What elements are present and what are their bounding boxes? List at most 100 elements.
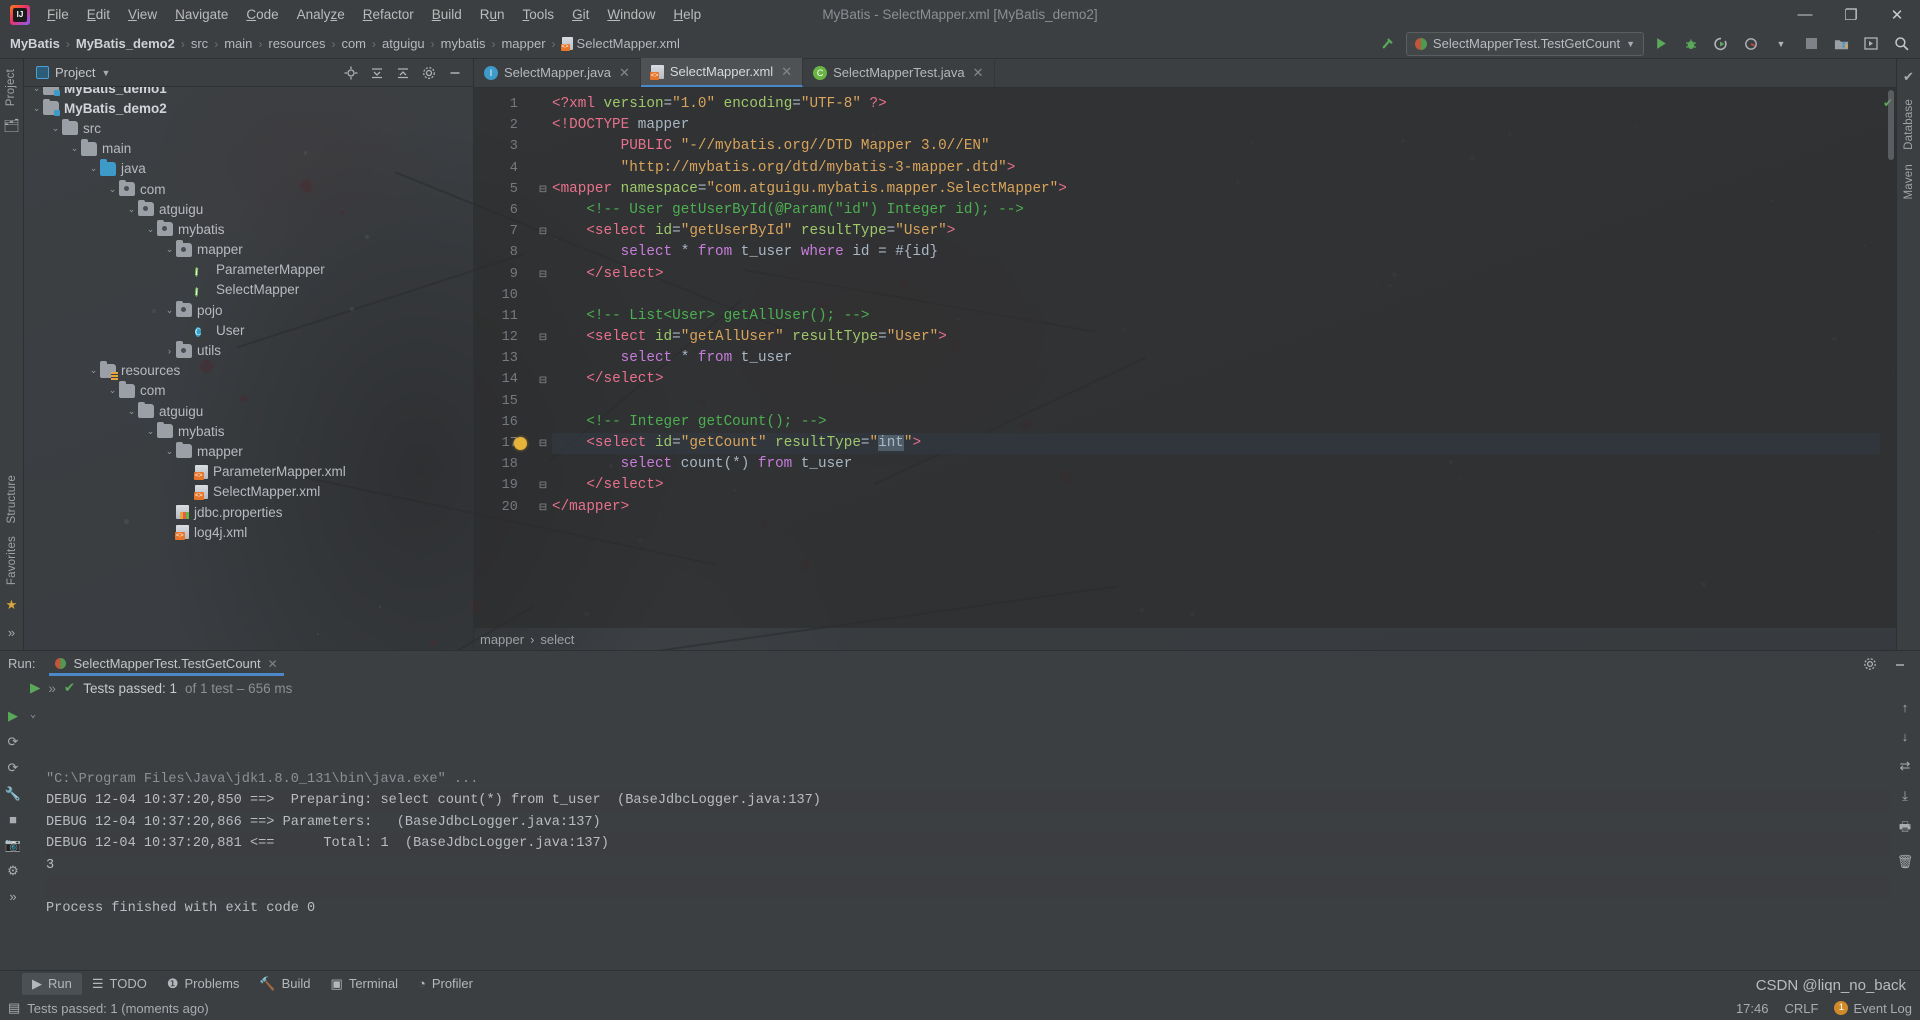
stop-icon[interactable]: ■ <box>9 812 17 827</box>
breadcrumb-resources[interactable]: resources <box>264 34 329 53</box>
tree-item-utils[interactable]: › utils <box>24 340 473 360</box>
hide-icon[interactable] <box>443 62 467 84</box>
breadcrumb-atguigu[interactable]: atguigu <box>378 34 429 53</box>
code-line[interactable]: </select> <box>552 475 1880 496</box>
fold-marker[interactable]: ⊟ <box>534 475 552 496</box>
tree-item-resources[interactable]: ⌄ resources <box>24 361 473 381</box>
code-line[interactable]: </mapper> <box>552 497 1880 518</box>
run-icon[interactable] <box>1648 32 1674 56</box>
chevron-down-icon[interactable]: ⌄ <box>30 87 43 94</box>
print-icon[interactable]: 🖶 <box>1899 818 1911 840</box>
tool-window-button-profiler[interactable]: ◔ Profiler <box>408 973 483 994</box>
tool-window-button-build[interactable]: 🔨 Build <box>249 973 320 995</box>
close-icon[interactable]: ✕ <box>268 657 278 671</box>
editor-tab-selectmappertest-java[interactable]: C SelectMapperTest.java ✕ <box>803 58 994 87</box>
code-line[interactable]: <!-- User getUserById(@Param("id") Integ… <box>552 200 1880 221</box>
tree-item-atguigu[interactable]: ⌄ atguigu <box>24 199 473 219</box>
fold-marker[interactable]: ⊟ <box>534 433 552 454</box>
breadcrumb-com[interactable]: com <box>337 34 370 53</box>
tree-item-src[interactable]: ⌄ src <box>24 118 473 138</box>
chevron-down-icon[interactable]: ⌄ <box>144 426 157 437</box>
breadcrumb-main[interactable]: main <box>220 34 256 53</box>
close-icon[interactable]: ✕ <box>781 64 792 80</box>
code-line[interactable]: <select id="getAllUser" resultType="User… <box>552 327 1880 348</box>
tree-item-main[interactable]: ⌄ main <box>24 139 473 159</box>
editor-code-content[interactable]: <?xml version="1.0" encoding="UTF-8" ?> <… <box>552 88 1880 628</box>
chevron-down-icon[interactable]: ⌄ <box>163 446 176 457</box>
breadcrumb-file[interactable]: SelectMapper.xml <box>558 34 684 53</box>
locate-icon[interactable] <box>339 62 363 84</box>
breadcrumb-src[interactable]: src <box>187 34 212 53</box>
expand-icon[interactable]: » <box>9 889 16 904</box>
menu-help[interactable]: Help <box>664 4 710 25</box>
tool-window-button-terminal[interactable]: ▣ Terminal <box>321 973 408 995</box>
run-with-coverage-icon[interactable] <box>1708 32 1734 56</box>
code-line[interactable]: <mapper namespace="com.atguigu.mybatis.m… <box>552 179 1880 200</box>
code-line[interactable]: </select> <box>552 264 1880 285</box>
chevron-down-icon[interactable]: ⌄ <box>87 365 100 376</box>
editor-tab-selectmapper-java[interactable]: I SelectMapper.java ✕ <box>474 58 641 87</box>
debug-icon[interactable] <box>1678 32 1704 56</box>
code-line[interactable]: <!-- Integer getCount(); --> <box>552 412 1880 433</box>
profile-icon[interactable] <box>1738 32 1764 56</box>
chevron-down-icon[interactable]: ⌄ <box>106 184 119 195</box>
tree-item-selectmapper-xml[interactable]: SelectMapper.xml <box>24 482 473 502</box>
wrench-icon[interactable]: 🔧 <box>5 786 21 802</box>
tool-window-button-problems[interactable]: ❶ Problems <box>157 973 250 995</box>
settings-gear-icon[interactable] <box>417 62 441 84</box>
download-icon[interactable]: ⤓ <box>1902 788 1908 804</box>
menu-refactor[interactable]: Refactor <box>354 4 423 25</box>
collapse-icon[interactable]: ⌄ <box>30 705 36 727</box>
tree-item-selectmapper[interactable]: I SelectMapper <box>24 280 473 300</box>
close-icon[interactable]: ✕ <box>619 65 630 81</box>
gear-icon[interactable] <box>1858 653 1882 675</box>
status-line-separator[interactable]: CRLF <box>1785 1001 1819 1016</box>
run-console-output[interactable]: ⌄ "C:\Program Files\Java\jdk1.8.0_131\bi… <box>26 700 1890 970</box>
filter-icon[interactable]: ⚙ <box>7 863 19 879</box>
menu-edit[interactable]: Edit <box>78 4 119 25</box>
tool-window-structure[interactable]: Structure <box>6 469 18 529</box>
git-updates-icon[interactable] <box>1828 32 1854 56</box>
chevron-down-icon[interactable]: ▼ <box>1768 32 1794 56</box>
tool-window-button-todo[interactable]: ☰ TODO <box>82 973 157 995</box>
more-icon[interactable]: » <box>8 625 15 640</box>
fold-marker[interactable]: ⊟ <box>534 264 552 285</box>
fold-marker[interactable]: ⊟ <box>534 179 552 200</box>
tool-window-favorites[interactable]: Favorites <box>6 530 18 591</box>
chevron-down-icon[interactable]: ⌄ <box>68 143 81 154</box>
code-line[interactable]: </select> <box>552 369 1880 390</box>
code-line[interactable]: select * from t_user <box>552 348 1880 369</box>
project-view-selector[interactable]: Project ▼ <box>30 63 116 82</box>
scroll-up-icon[interactable]: ↑ <box>1902 700 1909 715</box>
open-in-window-icon[interactable] <box>1858 32 1884 56</box>
rerun-icon[interactable]: ▶ <box>8 708 18 724</box>
tool-window-maven[interactable]: Maven <box>1903 158 1915 206</box>
chevron-down-icon[interactable]: ⌄ <box>87 163 100 174</box>
star-icon[interactable]: ★ <box>6 597 18 613</box>
tree-item-mybatis-demo2[interactable]: ⌄ MyBatis_demo2 <box>24 98 473 118</box>
run-icon[interactable]: ▶ <box>30 680 40 696</box>
chevron-down-icon[interactable]: ⌄ <box>125 406 138 417</box>
tool-window-database[interactable]: Database <box>1903 93 1915 156</box>
run-tab-selectmappertest[interactable]: SelectMapperTest.TestGetCount ✕ <box>49 651 283 676</box>
fold-marker[interactable]: ⊟ <box>534 327 552 348</box>
build-hammer-icon[interactable] <box>1376 32 1402 56</box>
tree-item-mybatis[interactable]: ⌄ mybatis <box>24 219 473 239</box>
code-line[interactable] <box>552 391 1880 412</box>
rerun-failed-icon[interactable]: ⟳ <box>8 734 19 750</box>
maximize-button[interactable]: ❐ <box>1828 0 1874 29</box>
tree-item-mybatis[interactable]: ⌄ mybatis <box>24 421 473 441</box>
soft-wrap-icon[interactable]: ⇄ <box>1900 758 1911 774</box>
fold-marker[interactable]: ⊟ <box>534 369 552 390</box>
editor-fold-column[interactable]: ⊟ ⊟ ⊟ ⊟ ⊟ ⊟ ⊟ ⊟ <box>534 88 552 628</box>
expand-icon[interactable] <box>391 62 415 84</box>
chevron-down-icon[interactable]: ⌄ <box>163 305 176 316</box>
chevron-right-icon[interactable]: › <box>163 346 176 356</box>
menu-build[interactable]: Build <box>423 4 471 25</box>
close-icon[interactable]: ✕ <box>973 65 984 81</box>
code-line[interactable]: <select id="getUserById" resultType="Use… <box>552 221 1880 242</box>
collapse-all-icon[interactable] <box>365 62 389 84</box>
chevron-down-icon[interactable]: ⌄ <box>144 224 157 235</box>
chevron-down-icon[interactable]: ⌄ <box>49 123 62 134</box>
scroll-down-icon[interactable]: ↓ <box>1902 729 1909 744</box>
